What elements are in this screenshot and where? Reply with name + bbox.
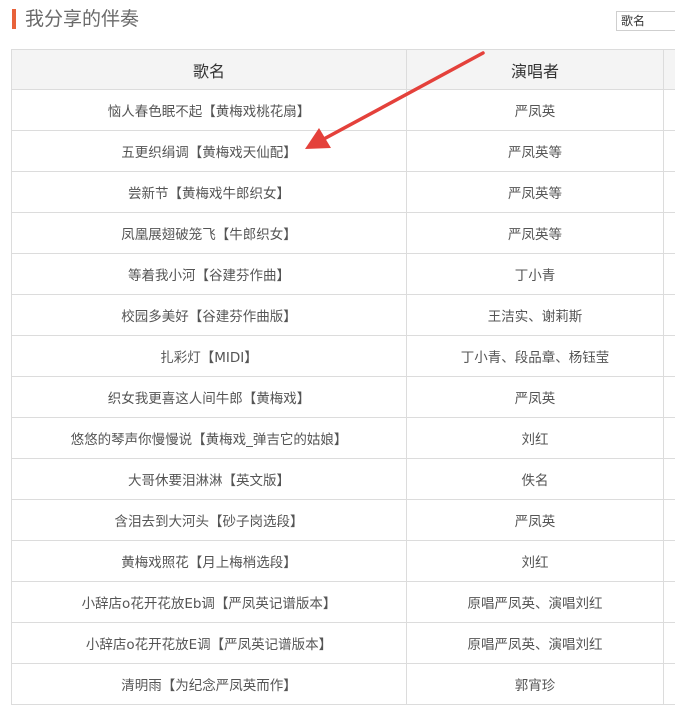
extra-cell — [663, 130, 675, 172]
table-row: 五更织绢调【黄梅戏天仙配】 严凤英等 — [11, 130, 675, 172]
table-header-row: 歌名 演唱者 — [11, 49, 675, 90]
table-row: 含泪去到大河头【砂子岗选段】 严凤英 — [11, 499, 675, 541]
table-row: 织女我更喜这人间牛郎【黄梅戏】 严凤英 — [11, 376, 675, 418]
page-header: 我分享的伴奏 歌名 — [0, 0, 675, 44]
extra-cell — [663, 417, 675, 459]
column-header-singer[interactable]: 演唱者 — [406, 49, 664, 90]
singer-cell: 严凤英 — [406, 89, 664, 131]
table-row: 校园多美好【谷建芬作曲版】 王洁实、谢莉斯 — [11, 294, 675, 336]
search-type-select[interactable]: 歌名 — [616, 11, 675, 31]
table-row: 尝新节【黄梅戏牛郎织女】 严凤英等 — [11, 171, 675, 213]
table-row: 等着我小河【谷建芬作曲】 丁小青 — [11, 253, 675, 295]
singer-cell: 王洁实、谢莉斯 — [406, 294, 664, 336]
song-title-link[interactable]: 凤凰展翅破笼飞【牛郎织女】 — [11, 212, 407, 254]
extra-cell — [663, 171, 675, 213]
singer-cell: 刘红 — [406, 540, 664, 582]
page-title: 我分享的伴奏 — [25, 8, 140, 30]
song-title-link[interactable]: 扎彩灯【MIDI】 — [11, 335, 407, 377]
singer-cell: 原唱严凤英、演唱刘红 — [406, 622, 664, 664]
extra-cell — [663, 89, 675, 131]
extra-cell — [663, 376, 675, 418]
column-header-extra — [663, 49, 675, 90]
song-title-link[interactable]: 尝新节【黄梅戏牛郎织女】 — [11, 171, 407, 213]
singer-cell: 佚名 — [406, 458, 664, 500]
song-title-link[interactable]: 五更织绢调【黄梅戏天仙配】 — [11, 130, 407, 172]
singer-cell: 严凤英 — [406, 376, 664, 418]
extra-cell — [663, 253, 675, 295]
singer-cell: 严凤英等 — [406, 130, 664, 172]
singer-cell: 严凤英等 — [406, 212, 664, 254]
table-row: 扎彩灯【MIDI】 丁小青、段品章、杨钰莹 — [11, 335, 675, 377]
singer-cell: 严凤英 — [406, 499, 664, 541]
table-row: 悠悠的琴声你慢慢说【黄梅戏_弹吉它的姑娘】 刘红 — [11, 417, 675, 459]
extra-cell — [663, 335, 675, 377]
singer-cell: 刘红 — [406, 417, 664, 459]
extra-cell — [663, 540, 675, 582]
table-row: 恼人春色眠不起【黄梅戏桃花扇】 严凤英 — [11, 89, 675, 131]
singer-cell: 丁小青、段品章、杨钰莹 — [406, 335, 664, 377]
table-row: 黄梅戏照花【月上梅梢选段】 刘红 — [11, 540, 675, 582]
extra-cell — [663, 499, 675, 541]
extra-cell — [663, 622, 675, 664]
extra-cell — [663, 458, 675, 500]
extra-cell — [663, 581, 675, 623]
extra-cell — [663, 663, 675, 705]
song-title-link[interactable]: 大哥休要泪淋淋【英文版】 — [11, 458, 407, 500]
table-row: 大哥休要泪淋淋【英文版】 佚名 — [11, 458, 675, 500]
table-row: 小辞店o花开花放E调【严凤英记谱版本】 原唱严凤英、演唱刘红 — [11, 622, 675, 664]
song-title-link[interactable]: 等着我小河【谷建芬作曲】 — [11, 253, 407, 295]
table-row: 清明雨【为纪念严凤英而作】 郭宵珍 — [11, 663, 675, 705]
title-accent-bar — [12, 9, 16, 29]
song-title-link[interactable]: 恼人春色眠不起【黄梅戏桃花扇】 — [11, 89, 407, 131]
song-title-link[interactable]: 黄梅戏照花【月上梅梢选段】 — [11, 540, 407, 582]
column-header-title[interactable]: 歌名 — [11, 49, 407, 90]
song-title-link[interactable]: 小辞店o花开花放Eb调【严凤英记谱版本】 — [11, 581, 407, 623]
song-title-link[interactable]: 清明雨【为纪念严凤英而作】 — [11, 663, 407, 705]
singer-cell: 郭宵珍 — [406, 663, 664, 705]
song-title-link[interactable]: 织女我更喜这人间牛郎【黄梅戏】 — [11, 376, 407, 418]
song-title-link[interactable]: 悠悠的琴声你慢慢说【黄梅戏_弹吉它的姑娘】 — [11, 417, 407, 459]
song-table: 歌名 演唱者 恼人春色眠不起【黄梅戏桃花扇】 严凤英 五更织绢调【黄梅戏天仙配】 严凤… — [11, 49, 675, 705]
song-title-link[interactable]: 小辞店o花开花放E调【严凤英记谱版本】 — [11, 622, 407, 664]
song-title-link[interactable]: 校园多美好【谷建芬作曲版】 — [11, 294, 407, 336]
singer-cell: 原唱严凤英、演唱刘红 — [406, 581, 664, 623]
singer-cell: 严凤英等 — [406, 171, 664, 213]
table-row: 小辞店o花开花放Eb调【严凤英记谱版本】 原唱严凤英、演唱刘红 — [11, 581, 675, 623]
extra-cell — [663, 212, 675, 254]
song-title-link[interactable]: 含泪去到大河头【砂子岗选段】 — [11, 499, 407, 541]
extra-cell — [663, 294, 675, 336]
table-row: 凤凰展翅破笼飞【牛郎织女】 严凤英等 — [11, 212, 675, 254]
singer-cell: 丁小青 — [406, 253, 664, 295]
song-rows: 恼人春色眠不起【黄梅戏桃花扇】 严凤英 五更织绢调【黄梅戏天仙配】 严凤英等 尝新节【黄… — [11, 89, 675, 705]
